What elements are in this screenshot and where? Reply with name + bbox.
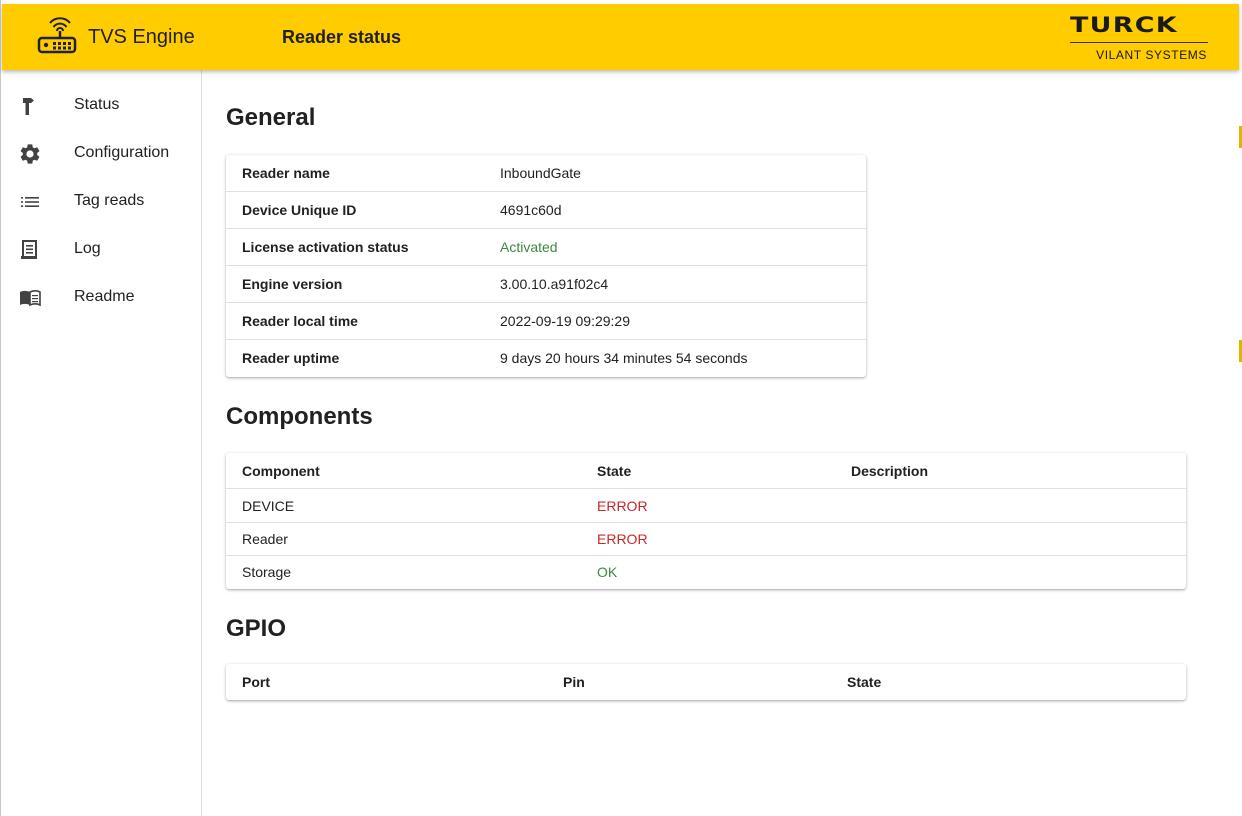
field-label: Device Unique ID — [242, 202, 357, 218]
field-label: Reader uptime — [242, 350, 340, 366]
components-section-title: Components — [226, 403, 373, 430]
general-section-title: General — [226, 104, 316, 131]
book-icon — [20, 290, 41, 307]
table-header: Port Pin State — [226, 664, 1186, 700]
field-value: 2022-09-19 09:29:29 — [500, 313, 630, 329]
field-value: 9 days 20 hours 34 minutes 54 seconds — [500, 350, 748, 366]
general-row-device-id: Device Unique ID 4691c60d — [226, 192, 866, 229]
sidebar-item-label: Configuration — [74, 144, 170, 161]
gpio-table: Port Pin State — [226, 664, 1186, 700]
general-row-local-time: Reader local time 2022-09-19 09:29:29 — [226, 303, 866, 340]
field-value: 3.00.10.a91f02c4 — [500, 276, 609, 292]
sidebar-item-tag-reads[interactable]: Tag reads — [2, 179, 201, 223]
column-header: State — [597, 463, 632, 479]
turck-logo: TURCK VILANT SYSTEMS — [1068, 13, 1208, 62]
components-table: Component State Description DEVICE ERROR… — [226, 453, 1186, 589]
field-value: InboundGate — [500, 165, 581, 181]
component-name: DEVICE — [242, 498, 295, 514]
sidebar-item-label: Readme — [74, 288, 135, 305]
sidebar-item-label: Log — [74, 240, 101, 257]
sidebar-item-label: Tag reads — [74, 192, 145, 209]
component-name: Reader — [242, 531, 288, 547]
column-header: Description — [851, 463, 929, 479]
app-title: TVS Engine — [88, 26, 195, 48]
column-header: Port — [242, 674, 270, 690]
field-value: 4691c60d — [500, 202, 562, 218]
sidebar-item-readme[interactable]: Readme — [2, 275, 201, 319]
table-header: Component State Description — [226, 453, 1186, 489]
general-card: Reader name InboundGate Device Unique ID… — [226, 155, 866, 377]
hammer-icon — [23, 98, 34, 115]
field-label: Reader name — [242, 165, 330, 181]
sidebar-item-log[interactable]: Log — [2, 227, 201, 271]
logo-subtitle: VILANT SYSTEMS — [1096, 48, 1207, 62]
gpio-section-title: GPIO — [226, 615, 287, 642]
general-row-license-status: License activation status Activated — [226, 229, 866, 266]
license-status-value: Activated — [500, 239, 558, 255]
document-icon — [21, 240, 37, 259]
component-state: ERROR — [597, 498, 648, 514]
general-row-reader-name: Reader name InboundGate — [226, 155, 866, 192]
sidebar-item-status[interactable]: Status — [2, 83, 201, 127]
sidebar-item-configuration[interactable]: Configuration — [2, 131, 201, 175]
component-state: ERROR — [597, 531, 648, 547]
sidebar-item-label: Status — [74, 96, 120, 113]
column-header: State — [847, 674, 882, 690]
general-row-engine-version: Engine version 3.00.10.a91f02c4 — [226, 266, 866, 303]
column-header: Pin — [563, 674, 585, 690]
table-row: Reader ERROR — [226, 523, 1186, 556]
logo-wordmark: TURCK — [1070, 13, 1178, 37]
general-row-uptime: Reader uptime 9 days 20 hours 34 minutes… — [226, 340, 866, 377]
component-name: Storage — [242, 564, 292, 580]
sidebar: Status Configuration Tag reads Log Readm… — [2, 70, 202, 816]
component-state: OK — [597, 564, 618, 580]
app-header: TVS Engine Reader status TURCK VILANT SY… — [2, 4, 1239, 70]
page-title: Reader status — [282, 27, 402, 47]
table-row: DEVICE ERROR — [226, 490, 1186, 523]
field-label: License activation status — [242, 239, 409, 255]
gear-icon — [20, 144, 40, 164]
column-header: Component — [242, 463, 320, 479]
list-icon — [21, 197, 39, 207]
field-label: Reader local time — [242, 313, 358, 329]
table-row: Storage OK — [226, 556, 1186, 589]
router-icon — [37, 17, 77, 54]
field-label: Engine version — [242, 276, 343, 292]
logo-divider — [1070, 42, 1208, 43]
